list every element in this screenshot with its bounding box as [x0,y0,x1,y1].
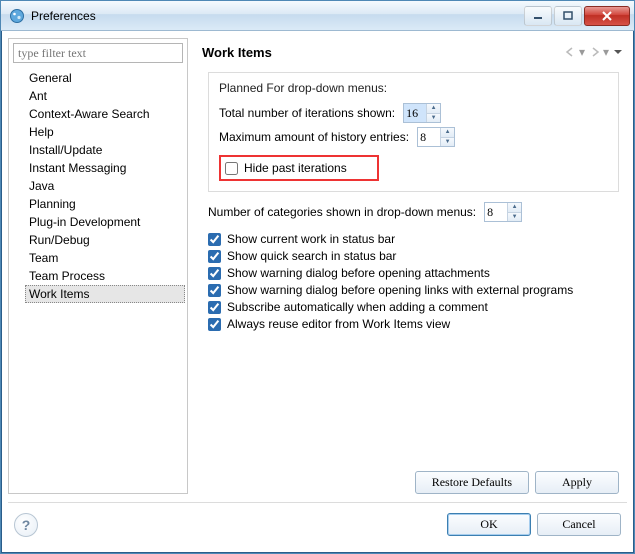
close-button[interactable] [584,6,630,26]
tree-item[interactable]: General [25,69,185,87]
option-checkbox[interactable] [208,267,221,280]
option-label: Subscribe automatically when adding a co… [227,300,488,314]
hide-past-checkbox[interactable] [225,162,238,175]
preferences-window: Preferences GeneralAntContext-Aware Sear… [0,0,635,554]
minimize-button[interactable] [524,6,552,26]
spinner-up-icon[interactable]: ▲ [441,128,454,138]
preference-tree[interactable]: GeneralAntContext-Aware SearchHelpInstal… [9,67,187,493]
hide-past-highlight: Hide past iterations [219,155,379,181]
option-checkbox[interactable] [208,233,221,246]
help-icon[interactable]: ? [14,513,38,537]
option-checkbox[interactable] [208,301,221,314]
history-input[interactable] [418,128,440,146]
tree-item[interactable]: Java [25,177,185,195]
window-title: Preferences [31,9,96,23]
history-spinner[interactable]: ▲▼ [417,127,455,147]
group-title: Planned For drop-down menus: [219,81,608,95]
page-area: Work Items ▾ ▾ Planned For drop-down men… [188,38,627,494]
total-iterations-input[interactable] [404,104,426,122]
option-label: Show current work in status bar [227,232,395,246]
option-label: Show warning dialog before opening links… [227,283,573,297]
page-nav: ▾ ▾ [565,45,623,59]
hide-past-label: Hide past iterations [244,161,347,175]
tree-item[interactable]: Team [25,249,185,267]
option-label: Show warning dialog before opening attac… [227,266,490,280]
nav-pane: GeneralAntContext-Aware SearchHelpInstal… [8,38,188,494]
option-row: Always reuse editor from Work Items view [208,317,619,331]
option-checkbox[interactable] [208,250,221,263]
option-checkbox[interactable] [208,284,221,297]
forward-icon[interactable]: ▾ [589,45,609,59]
apply-button[interactable]: Apply [535,471,619,494]
categories-label: Number of categories shown in drop-down … [208,205,476,219]
client-area: GeneralAntContext-Aware SearchHelpInstal… [2,32,633,552]
maximize-button[interactable] [554,6,582,26]
tree-item[interactable]: Context-Aware Search [25,105,185,123]
filter-input[interactable] [13,43,183,63]
tree-item[interactable]: Instant Messaging [25,159,185,177]
planned-for-group: Planned For drop-down menus: Total numbe… [208,72,619,192]
option-row: Show quick search in status bar [208,249,619,263]
tree-item[interactable]: Plug-in Development [25,213,185,231]
total-iterations-spinner[interactable]: ▲▼ [403,103,441,123]
tree-item[interactable]: Run/Debug [25,231,185,249]
option-row: Show current work in status bar [208,232,619,246]
categories-input[interactable] [485,203,507,221]
menu-icon[interactable] [613,47,623,57]
option-label: Always reuse editor from Work Items view [227,317,450,331]
cancel-button[interactable]: Cancel [537,513,621,536]
bottom-bar: ? OK Cancel [8,502,627,546]
options-checklist: Show current work in status bar Show quic… [208,232,619,331]
tree-item[interactable]: Team Process [25,267,185,285]
tree-item[interactable]: Work Items [25,285,185,303]
restore-defaults-button[interactable]: Restore Defaults [415,471,529,494]
app-icon [9,8,25,24]
option-row: Subscribe automatically when adding a co… [208,300,619,314]
history-label: Maximum amount of history entries: [219,130,409,144]
option-row: Show warning dialog before opening links… [208,283,619,297]
option-label: Show quick search in status bar [227,249,396,263]
option-row: Show warning dialog before opening attac… [208,266,619,280]
spinner-down-icon[interactable]: ▼ [508,213,521,222]
spinner-down-icon[interactable]: ▼ [427,114,440,123]
tree-item[interactable]: Help [25,123,185,141]
back-icon[interactable]: ▾ [565,45,585,59]
tree-item[interactable]: Ant [25,87,185,105]
spinner-up-icon[interactable]: ▲ [427,104,440,114]
ok-button[interactable]: OK [447,513,531,536]
spinner-down-icon[interactable]: ▼ [441,138,454,147]
total-iterations-label: Total number of iterations shown: [219,106,395,120]
page-title: Work Items [202,45,565,60]
tree-item[interactable]: Install/Update [25,141,185,159]
tree-item[interactable]: Planning [25,195,185,213]
categories-spinner[interactable]: ▲▼ [484,202,522,222]
spinner-up-icon[interactable]: ▲ [508,203,521,213]
titlebar[interactable]: Preferences [1,1,634,31]
option-checkbox[interactable] [208,318,221,331]
